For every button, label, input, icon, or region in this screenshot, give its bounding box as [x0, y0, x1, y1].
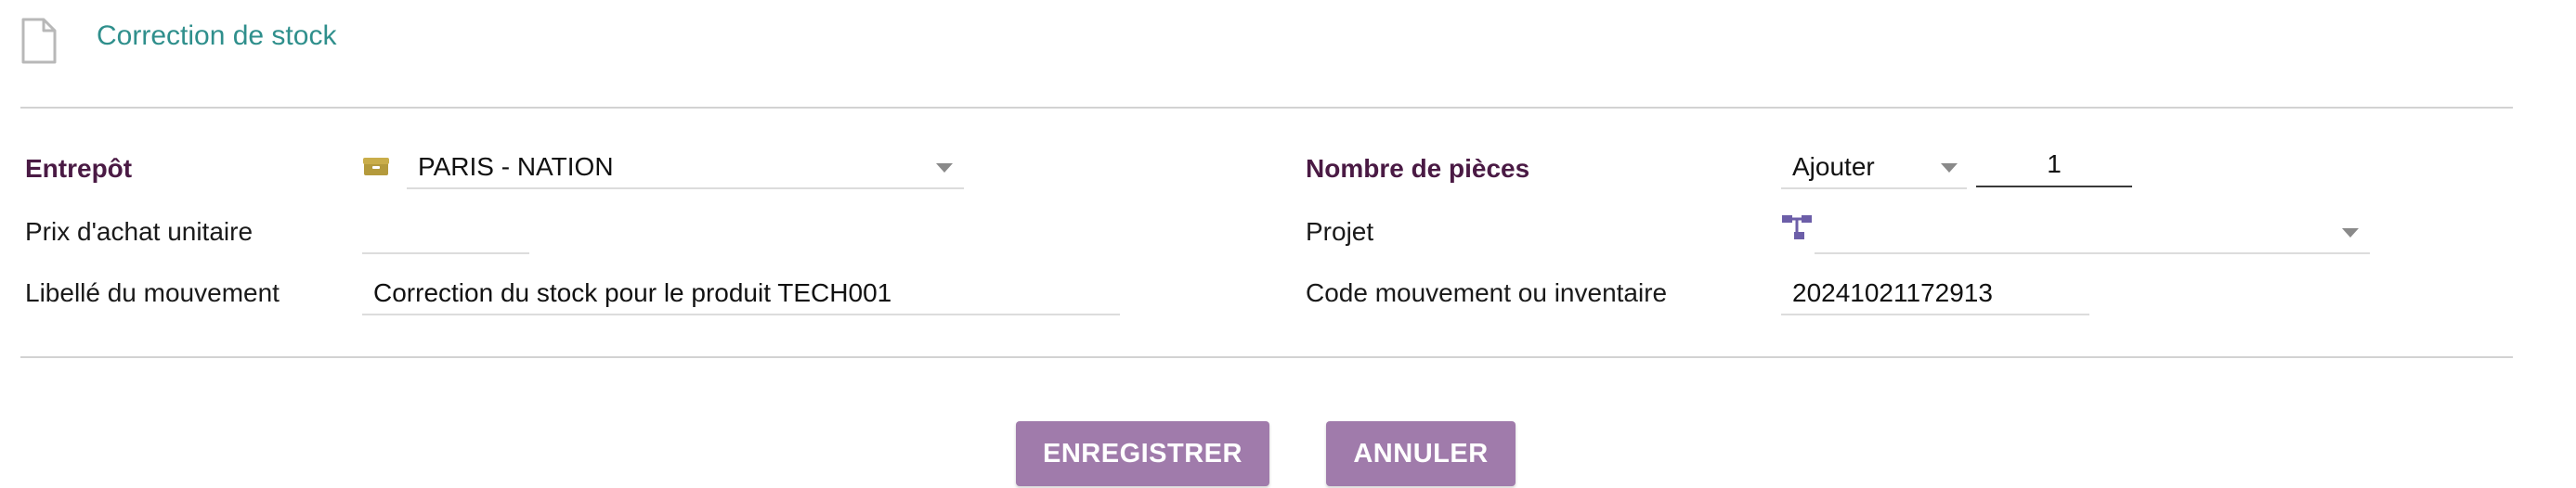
code-label: Code mouvement ou inventaire	[1306, 278, 1668, 307]
libelle-label: Libellé du mouvement	[25, 278, 280, 307]
page-header	[20, 13, 58, 69]
divider-bottom	[20, 356, 2513, 358]
entrepot-value: PARIS - NATION	[418, 152, 614, 181]
chevron-down-icon[interactable]	[2342, 228, 2359, 238]
prix-input[interactable]	[362, 212, 529, 254]
divider-top	[20, 107, 2513, 109]
page-title: Correction de stock	[97, 20, 337, 51]
chevron-down-icon[interactable]	[1941, 163, 1958, 173]
quantity-input[interactable]: 1	[1976, 145, 2132, 187]
chevron-down-icon[interactable]	[936, 163, 953, 173]
projet-label: Projet	[1306, 217, 1374, 246]
entrepot-select[interactable]: PARIS - NATION	[407, 147, 964, 189]
document-icon	[21, 18, 57, 64]
cancel-button[interactable]: ANNULER	[1326, 421, 1516, 486]
entrepot-label: Entrepôt	[25, 154, 133, 183]
code-input[interactable]: 20241021172913	[1781, 273, 2089, 315]
prix-label: Prix d'achat unitaire	[25, 217, 254, 246]
nombre-label: Nombre de pièces	[1306, 154, 1530, 183]
save-button[interactable]: ENREGISTRER	[1016, 421, 1269, 486]
projet-select[interactable]	[1815, 212, 2370, 254]
operation-value: Ajouter	[1792, 152, 1875, 181]
project-tree-icon	[1782, 215, 1812, 239]
box-icon	[363, 158, 389, 175]
libelle-input[interactable]: Correction du stock pour le produit TECH…	[362, 273, 1120, 315]
operation-select[interactable]: Ajouter	[1781, 147, 1967, 189]
